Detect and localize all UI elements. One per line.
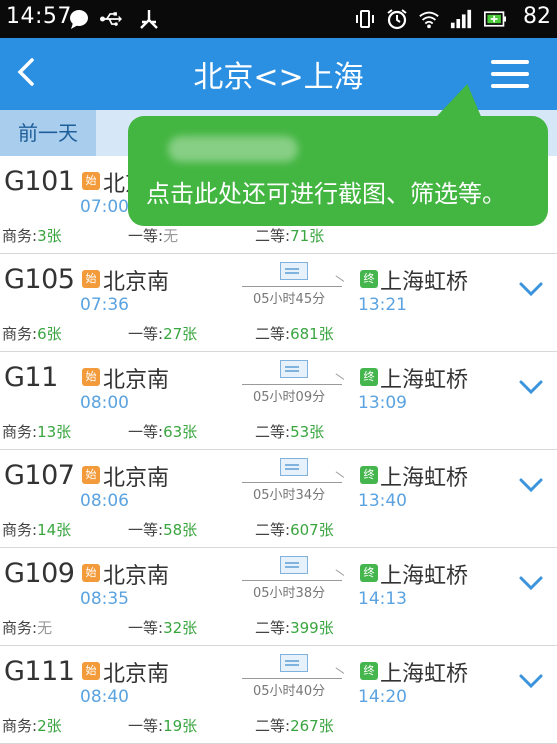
train-number: G101 <box>4 166 75 197</box>
train-row[interactable]: G11 始 北京南 08:00 05小时09分 终 上海虹桥 13:09 商务:… <box>0 352 557 450</box>
travel-duration: 05小时45分 <box>253 292 326 307</box>
first-class-seats: 一等:58张 <box>128 521 198 539</box>
ticket-icon <box>280 458 308 476</box>
ticket-icon <box>280 654 308 672</box>
business-seats: 商务:6张 <box>2 325 62 343</box>
battery-level: 82 <box>523 4 551 29</box>
departure-time: 08:40 <box>80 687 129 707</box>
departure-time: 08:00 <box>80 393 129 413</box>
travel-duration: 05小时38分 <box>253 586 326 601</box>
train-list: G101 始 北京南 07:00 终 上海虹桥 商务:3张 一等:无 二等:71… <box>0 156 557 744</box>
menu-icon <box>491 60 529 64</box>
first-class-seats: 一等:27张 <box>128 325 198 343</box>
start-station-badge: 始 <box>82 662 100 680</box>
travel-duration: 05小时34分 <box>253 488 326 503</box>
train-row[interactable]: G111 始 北京南 08:40 05小时40分 终 上海虹桥 14:20 商务… <box>0 646 557 744</box>
start-station-badge: 始 <box>82 564 100 582</box>
status-bar: 14:57 82 <box>0 0 557 38</box>
chevron-down-icon[interactable] <box>518 476 544 496</box>
usb-icon <box>100 8 122 30</box>
chevron-down-icon[interactable] <box>518 574 544 594</box>
ticket-icon <box>280 360 308 378</box>
alarm-icon <box>386 8 408 30</box>
hint-message: 点击此处还可进行截图、筛选等。 <box>146 180 506 208</box>
end-station-badge: 终 <box>360 270 378 288</box>
start-station-badge: 始 <box>82 172 100 190</box>
departure-station: 北京南 <box>103 270 170 295</box>
arrival-time: 13:09 <box>358 393 407 413</box>
start-station-badge: 始 <box>82 270 100 288</box>
first-class-seats: 一等:无 <box>128 227 179 245</box>
train-number: G107 <box>4 460 75 491</box>
train-number: G109 <box>4 558 75 589</box>
arrival-time: 14:20 <box>358 687 407 707</box>
previous-day-button[interactable]: 前一天 <box>0 110 96 156</box>
arrival-station: 上海虹桥 <box>380 662 469 687</box>
arrival-station: 上海虹桥 <box>380 466 469 491</box>
battery-icon <box>484 8 506 30</box>
business-seats: 商务:14张 <box>2 521 72 539</box>
second-class-seats: 二等:71张 <box>255 227 325 245</box>
wifi-icon <box>418 8 440 30</box>
arrival-station: 上海虹桥 <box>380 564 469 589</box>
chat-bubble-icon <box>68 8 90 30</box>
second-class-seats: 二等:267张 <box>255 717 334 735</box>
departure-station: 北京南 <box>103 466 170 491</box>
departure-time: 08:35 <box>80 589 129 609</box>
signal-icon <box>450 8 472 30</box>
departure-station: 北京南 <box>103 368 170 393</box>
travel-duration: 05小时40分 <box>253 684 326 699</box>
arrival-time: 13:21 <box>358 295 407 315</box>
business-seats: 商务:3张 <box>2 227 62 245</box>
departure-station: 北京南 <box>103 662 170 687</box>
chevron-down-icon[interactable] <box>518 672 544 692</box>
ticket-icon <box>280 262 308 280</box>
first-class-seats: 一等:32张 <box>128 619 198 637</box>
chevron-down-icon[interactable] <box>518 378 544 398</box>
start-station-badge: 始 <box>82 368 100 386</box>
arrival-station: 上海虹桥 <box>380 368 469 393</box>
business-seats: 商务:13张 <box>2 423 72 441</box>
arrival-time: 13:40 <box>358 491 407 511</box>
end-station-badge: 终 <box>360 564 378 582</box>
end-station-badge: 终 <box>360 466 378 484</box>
travel-duration: 05小时09分 <box>253 390 326 405</box>
business-seats: 商务:无 <box>2 619 53 637</box>
departure-time: 08:06 <box>80 491 129 511</box>
blurred-text <box>168 136 298 162</box>
debug-icon <box>138 8 160 30</box>
train-number: G11 <box>4 362 58 393</box>
train-row[interactable]: G105 始 北京南 07:36 05小时45分 终 上海虹桥 13:21 商务… <box>0 254 557 352</box>
train-row[interactable]: G107 始 北京南 08:06 05小时34分 终 上海虹桥 13:40 商务… <box>0 450 557 548</box>
train-number: G105 <box>4 264 75 295</box>
departure-station: 北京南 <box>103 564 170 589</box>
second-class-seats: 二等:607张 <box>255 521 334 539</box>
departure-time: 07:36 <box>80 295 129 315</box>
first-class-seats: 一等:19张 <box>128 717 198 735</box>
end-station-badge: 终 <box>360 662 378 680</box>
second-class-seats: 二等:53张 <box>255 423 325 441</box>
end-station-badge: 终 <box>360 368 378 386</box>
train-number: G111 <box>4 656 75 687</box>
business-seats: 商务:2张 <box>2 717 62 735</box>
first-class-seats: 一等:63张 <box>128 423 198 441</box>
train-row[interactable]: G109 始 北京南 08:35 05小时38分 终 上海虹桥 14:13 商务… <box>0 548 557 646</box>
start-station-badge: 始 <box>82 466 100 484</box>
hint-tooltip[interactable]: 点击此处还可进行截图、筛选等。 <box>128 84 548 226</box>
ticket-icon <box>280 556 308 574</box>
departure-time: 07:00 <box>80 197 129 217</box>
chevron-down-icon[interactable] <box>518 280 544 300</box>
second-class-seats: 二等:399张 <box>255 619 334 637</box>
vibrate-icon <box>354 8 376 30</box>
status-time: 14:57 <box>6 4 72 29</box>
arrival-station: 上海虹桥 <box>380 270 469 295</box>
second-class-seats: 二等:681张 <box>255 325 334 343</box>
arrival-time: 14:13 <box>358 589 407 609</box>
